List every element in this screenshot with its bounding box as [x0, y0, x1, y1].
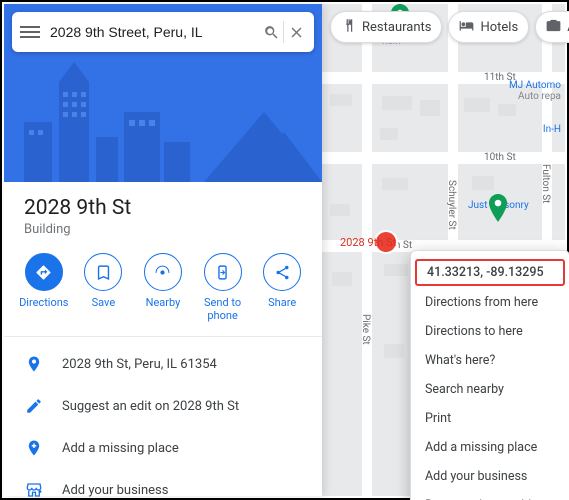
menu-button[interactable]: [18, 20, 42, 44]
ctx-item-add-missing[interactable]: Add a missing place: [411, 433, 569, 462]
directions-icon: [25, 253, 63, 291]
context-menu: 41.33213, -89.13295 Directions from here…: [410, 250, 569, 500]
info-text: Add a missing place: [62, 441, 179, 456]
action-directions[interactable]: Directions: [18, 253, 70, 322]
chip-label: Restaurants: [362, 20, 431, 35]
info-text: 2028 9th St, Peru, IL 61354: [62, 357, 217, 372]
ctx-item-coords[interactable]: 41.33213, -89.13295: [415, 259, 565, 286]
action-nearby[interactable]: Nearby: [137, 253, 189, 322]
ctx-item-directions-to[interactable]: Directions to here: [411, 317, 569, 346]
chip-attractions[interactable]: Attractions: [535, 11, 569, 43]
place-subtitle: Building: [24, 222, 302, 237]
chip-hotels[interactable]: Hotels: [448, 11, 529, 43]
action-label: Save: [92, 297, 116, 310]
info-text: Add your business: [62, 483, 168, 498]
poi-pin-icon: [488, 194, 508, 222]
chip-label: Hotels: [480, 20, 518, 35]
ctx-item-whats-here[interactable]: What's here?: [411, 346, 569, 375]
place-hero: [4, 4, 322, 182]
pencil-icon: [24, 396, 44, 416]
share-icon: [263, 253, 301, 291]
nearby-icon: [144, 253, 182, 291]
storefront-icon: [24, 480, 44, 500]
poi-mj-sub: Auto repa: [518, 91, 561, 102]
search-input[interactable]: [42, 24, 259, 40]
info-add-business[interactable]: Add your business: [4, 469, 322, 500]
poi-inh: In-H: [543, 124, 561, 135]
place-title: 2028 9th St: [24, 196, 302, 220]
clear-button[interactable]: [284, 20, 308, 44]
bookmark-icon: [84, 253, 122, 291]
info-text: Suggest an edit on 2028 9th St: [62, 399, 239, 414]
info-add-missing[interactable]: Add a missing place: [4, 427, 322, 469]
road-label-10th: 10th St: [484, 152, 516, 163]
action-label: Send to phone: [204, 297, 241, 322]
action-label: Nearby: [146, 297, 181, 310]
road-label-pike: Pike St: [360, 314, 371, 345]
search-bar: [12, 12, 314, 52]
ctx-item-directions-from[interactable]: Directions from here: [411, 288, 569, 317]
action-save[interactable]: Save: [77, 253, 129, 322]
action-share[interactable]: Share: [256, 253, 308, 322]
poi-mj: MJ Automo: [509, 80, 561, 91]
ctx-item-add-business[interactable]: Add your business: [411, 462, 569, 491]
add-location-icon: [24, 438, 44, 458]
ctx-item-print[interactable]: Print: [411, 404, 569, 433]
fork-knife-icon: [341, 18, 356, 37]
road-label-schuyler: Schuyler St: [446, 180, 457, 230]
action-label: Directions: [19, 297, 68, 310]
camera-icon: [546, 18, 561, 37]
chip-restaurants[interactable]: Restaurants: [330, 11, 442, 43]
info-address[interactable]: 2028 9th St, Peru, IL 61354: [4, 343, 322, 385]
info-suggest-edit[interactable]: Suggest an edit on 2028 9th St: [4, 385, 322, 427]
ctx-item-report[interactable]: Report a data problem: [411, 491, 569, 500]
bed-icon: [459, 18, 474, 37]
side-panel: 2028 9th St Building Directions Save Nea…: [4, 4, 322, 496]
phone-icon: [204, 253, 242, 291]
location-pin-icon: [24, 354, 44, 374]
road-label-fulton: Fulton St: [540, 164, 551, 203]
search-button[interactable]: [259, 20, 283, 44]
action-send-to-phone[interactable]: Send to phone: [197, 253, 249, 322]
action-label: Share: [268, 297, 296, 310]
ctx-item-search-nearby[interactable]: Search nearby: [411, 375, 569, 404]
